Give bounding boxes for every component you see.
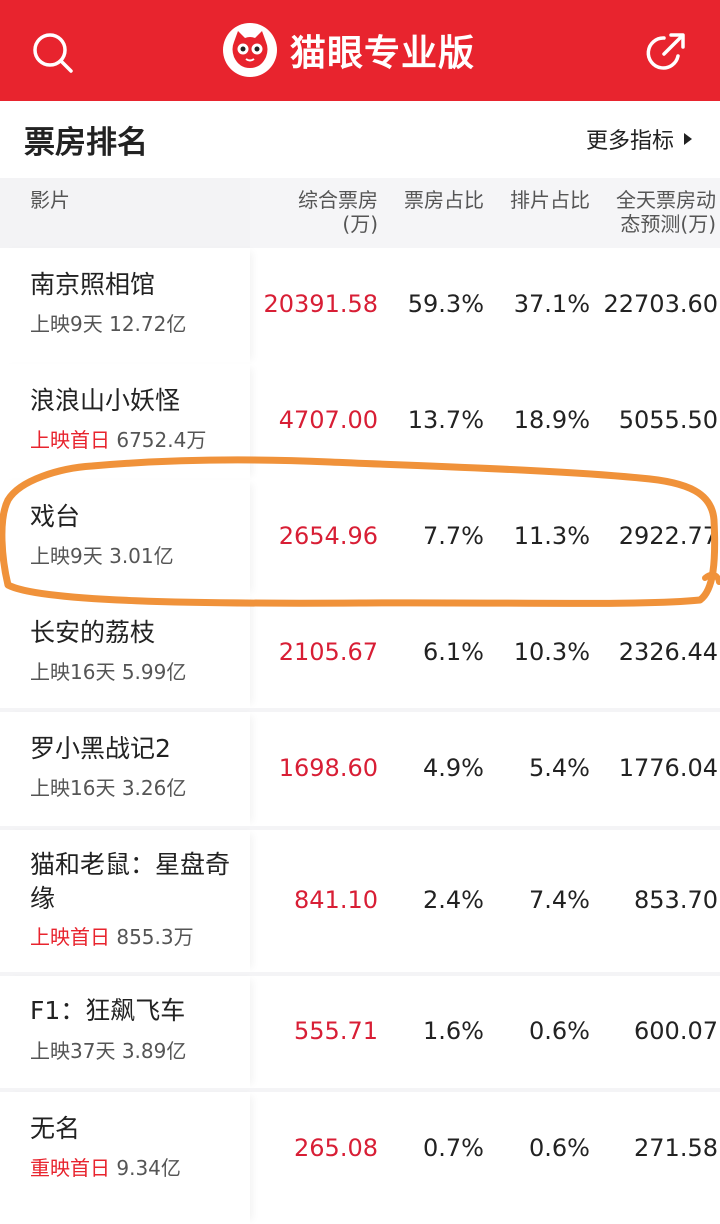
schedule-share-value: 10.3% bbox=[513, 638, 590, 666]
release-status: 上映首日 bbox=[30, 925, 110, 949]
prediction-value: 2922.77 bbox=[618, 522, 718, 550]
cumulative-box: 3.01亿 bbox=[109, 544, 174, 568]
column-header-share[interactable]: 票房占比 bbox=[384, 188, 484, 212]
brand: 猫眼专业版 bbox=[222, 22, 475, 78]
more-metrics-link[interactable]: 更多指标 bbox=[586, 123, 692, 155]
cumulative-box: 12.72亿 bbox=[109, 312, 187, 336]
column-header-prediction[interactable]: 全天票房动 态预测(万) bbox=[596, 188, 716, 236]
release-status: 上映16天 bbox=[30, 776, 116, 800]
prediction-value: 2326.44 bbox=[618, 638, 718, 666]
movie-title: 浪浪山小妖怪 bbox=[30, 386, 181, 415]
box-office-value: 555.71 bbox=[294, 1017, 378, 1045]
cumulative-box: 855.3万 bbox=[116, 925, 194, 949]
film-cell bbox=[0, 480, 250, 596]
cat-logo-icon bbox=[223, 23, 277, 77]
table-row[interactable]: 南京照相馆 上映9天 12.72亿 20391.58 59.3% 37.1% 2… bbox=[0, 248, 720, 364]
box-share-value: 7.7% bbox=[423, 522, 484, 550]
share-icon[interactable] bbox=[642, 30, 688, 76]
schedule-share-value: 7.4% bbox=[529, 886, 590, 914]
box-office-value: 2105.67 bbox=[278, 638, 378, 666]
column-header-film: 影片 bbox=[30, 188, 70, 212]
schedule-share-value: 0.6% bbox=[529, 1134, 590, 1162]
app-header: 猫眼专业版 bbox=[0, 0, 720, 101]
film-cell bbox=[0, 364, 250, 480]
movie-title: 猫和老鼠：星盘奇缘 bbox=[30, 850, 231, 913]
search-icon[interactable] bbox=[30, 30, 76, 76]
box-share-value: 6.1% bbox=[423, 638, 484, 666]
table-row[interactable]: 戏台 上映9天 3.01亿 2654.96 7.7% 11.3% 2922.77 bbox=[0, 480, 720, 596]
movie-title: 罗小黑战记2 bbox=[30, 734, 171, 763]
column-header-box-line2: (万) bbox=[342, 212, 378, 236]
release-status: 上映16天 bbox=[30, 660, 116, 684]
column-header-schedule[interactable]: 排片占比 bbox=[490, 188, 590, 212]
column-header-box-line1: 综合票房 bbox=[298, 188, 378, 212]
movie-title: F1：狂飙飞车 bbox=[30, 996, 186, 1025]
movie-release-info: 上映16天 3.26亿 bbox=[30, 775, 186, 801]
table-row[interactable]: 无名 重映首日 9.34亿 265.08 0.7% 0.6% 271.58 bbox=[0, 1092, 720, 1224]
movie-release-info: 上映9天 12.72亿 bbox=[30, 311, 186, 337]
box-share-value: 4.9% bbox=[423, 754, 484, 782]
box-office-value: 20391.58 bbox=[263, 290, 378, 318]
box-office-value: 2654.96 bbox=[278, 522, 378, 550]
prediction-value: 600.07 bbox=[634, 1017, 718, 1045]
film-cell bbox=[0, 976, 250, 1088]
schedule-share-value: 37.1% bbox=[513, 290, 590, 318]
release-status: 上映首日 bbox=[30, 428, 110, 452]
caret-right-icon bbox=[684, 133, 692, 145]
movie-release-info: 上映首日 6752.4万 bbox=[30, 427, 206, 453]
cumulative-box: 6752.4万 bbox=[116, 428, 207, 452]
box-office-value: 265.08 bbox=[294, 1134, 378, 1162]
prediction-value: 853.70 bbox=[634, 886, 718, 914]
schedule-share-value: 11.3% bbox=[513, 522, 590, 550]
box-office-value: 4707.00 bbox=[278, 406, 378, 434]
cumulative-box: 9.34亿 bbox=[116, 1156, 181, 1180]
app-title: 猫眼专业版 bbox=[290, 33, 476, 74]
column-header-box[interactable]: 综合票房 (万) bbox=[268, 188, 378, 236]
movie-title: 无名 bbox=[30, 1114, 81, 1143]
cumulative-box: 3.89亿 bbox=[121, 1039, 187, 1063]
table-row[interactable]: F1：狂飙飞车 上映37天 3.89亿 555.71 1.6% 0.6% 600… bbox=[0, 976, 720, 1088]
movie-release-info: 上映首日 855.3万 bbox=[30, 924, 194, 950]
movie-title: 长安的荔枝 bbox=[30, 618, 156, 647]
prediction-value: 271.58 bbox=[634, 1134, 718, 1162]
schedule-share-value: 5.4% bbox=[529, 754, 590, 782]
box-share-value: 0.7% bbox=[423, 1134, 484, 1162]
table-row[interactable]: 长安的荔枝 上映16天 5.99亿 2105.67 6.1% 10.3% 232… bbox=[0, 596, 720, 708]
release-status: 上映9天 bbox=[30, 312, 103, 336]
schedule-share-value: 18.9% bbox=[513, 406, 590, 434]
table-header: 影片 综合票房 (万) 票房占比 排片占比 全天票房动 态预测(万) bbox=[0, 178, 720, 248]
cumulative-box: 5.99亿 bbox=[121, 660, 187, 684]
box-share-value: 2.4% bbox=[423, 886, 484, 914]
release-status: 重映首日 bbox=[30, 1156, 110, 1180]
prediction-value: 1776.04 bbox=[618, 754, 718, 782]
box-share-value: 13.7% bbox=[407, 406, 484, 434]
movie-release-info: 上映37天 3.89亿 bbox=[30, 1038, 186, 1064]
cumulative-box: 3.26亿 bbox=[121, 776, 187, 800]
movie-release-info: 上映16天 5.99亿 bbox=[30, 659, 186, 685]
box-share-value: 59.3% bbox=[407, 290, 484, 318]
box-office-value: 841.10 bbox=[294, 886, 378, 914]
film-cell bbox=[0, 596, 250, 708]
table-row[interactable]: 罗小黑战记2 上映16天 3.26亿 1698.60 4.9% 5.4% 177… bbox=[0, 712, 720, 826]
movie-title: 南京照相馆 bbox=[30, 270, 156, 299]
movie-release-info: 重映首日 9.34亿 bbox=[30, 1155, 181, 1181]
section-title: 票房排名 bbox=[24, 125, 148, 161]
more-metrics-label: 更多指标 bbox=[585, 129, 674, 154]
movie-title: 戏台 bbox=[30, 502, 81, 531]
box-office-value: 1698.60 bbox=[278, 754, 378, 782]
schedule-share-value: 0.6% bbox=[529, 1017, 590, 1045]
column-header-prediction-line2: 态预测(万) bbox=[620, 212, 716, 236]
release-status: 上映9天 bbox=[30, 544, 103, 568]
box-share-value: 1.6% bbox=[423, 1017, 484, 1045]
table-row[interactable]: 猫和老鼠：星盘奇缘 上映首日 855.3万 841.10 2.4% 7.4% 8… bbox=[0, 830, 720, 972]
release-status: 上映37天 bbox=[30, 1039, 116, 1063]
film-cell bbox=[0, 248, 250, 364]
column-header-prediction-line1: 全天票房动 bbox=[616, 188, 716, 212]
prediction-value: 22703.60 bbox=[603, 290, 718, 318]
table-row[interactable]: 浪浪山小妖怪 上映首日 6752.4万 4707.00 13.7% 18.9% … bbox=[0, 364, 720, 480]
movie-release-info: 上映9天 3.01亿 bbox=[30, 543, 174, 569]
section-header: 票房排名 更多指标 bbox=[0, 101, 720, 178]
film-cell bbox=[0, 712, 250, 826]
prediction-value: 5055.50 bbox=[618, 406, 718, 434]
